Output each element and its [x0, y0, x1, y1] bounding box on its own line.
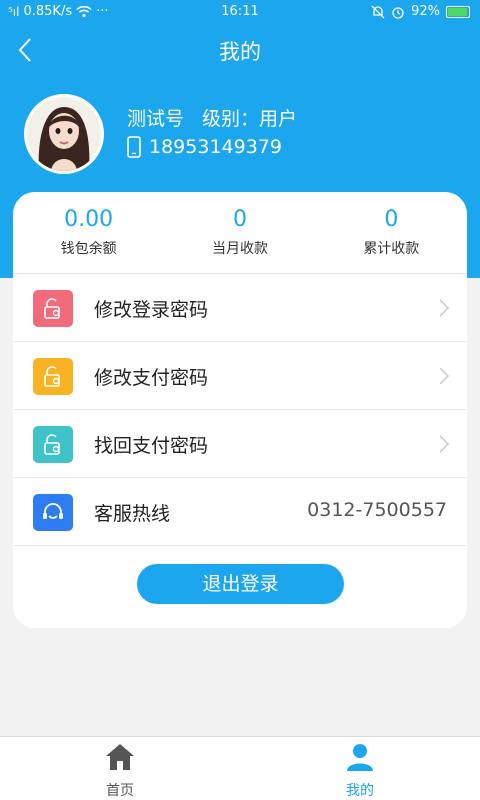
user-icon: [347, 744, 373, 771]
menu-label: 客服热线: [94, 503, 171, 525]
unlock-gear-icon: [33, 290, 73, 327]
bell-muted-icon: [371, 5, 385, 18]
chevron-right-icon: [439, 367, 449, 385]
stat-label: 累计收款: [363, 241, 420, 257]
account-type: 测试号: [127, 108, 185, 130]
chevron-right-icon: [439, 435, 449, 453]
chevron-right-icon: [439, 299, 449, 317]
status-bar: ⁵ıl 0.85K/s ··· 16:11 92%: [0, 0, 480, 24]
stat-label: 钱包余额: [60, 241, 117, 257]
home-icon: [106, 744, 134, 770]
user-info-line: 测试号 级别：用户: [127, 104, 315, 131]
tab-mine[interactable]: 我的: [240, 737, 480, 800]
stat-month-received[interactable]: 0 当月收款: [164, 192, 315, 273]
menu-change-payment-password[interactable]: 修改支付密码: [13, 342, 467, 410]
account-card: 0.00 钱包余额 0 当月收款 0 累计收款 修改登录密码 修改支付密码 找回…: [13, 192, 467, 628]
alarm-icon: [392, 6, 404, 19]
tab-label: 我的: [346, 783, 374, 799]
mobile-phone-icon: [127, 136, 141, 158]
bottom-tab-bar: 首页 我的: [0, 736, 480, 800]
unlock-gear-icon: [33, 358, 73, 395]
headset-icon: [33, 494, 73, 531]
menu-customer-service-hotline[interactable]: 客服热线 0312-7500557: [13, 478, 467, 546]
menu-change-login-password[interactable]: 修改登录密码: [13, 274, 467, 342]
menu-label: 修改支付密码: [94, 367, 209, 389]
status-right: 92%: [371, 4, 470, 19]
stat-wallet-balance[interactable]: 0.00 钱包余额: [13, 192, 164, 273]
stat-value: 0: [232, 207, 247, 232]
menu-recover-payment-password[interactable]: 找回支付密码: [13, 410, 467, 478]
settings-menu: 修改登录密码 修改支付密码 找回支付密码 客服热线 0312-7500557: [13, 274, 467, 546]
battery-icon: [446, 5, 470, 18]
battery-percent: 92%: [411, 4, 440, 19]
user-phone-line: 18953149379: [127, 136, 282, 158]
phone-number: 18953149379: [149, 136, 282, 158]
logout-button[interactable]: 退出登录: [137, 564, 344, 604]
user-level: 级别：用户: [202, 108, 298, 130]
tab-home[interactable]: 首页: [0, 737, 240, 800]
menu-label: 找回支付密码: [94, 435, 209, 457]
stats-row: 0.00 钱包余额 0 当月收款 0 累计收款: [13, 192, 467, 274]
tab-label: 首页: [106, 783, 134, 799]
stat-total-received[interactable]: 0 累计收款: [316, 192, 467, 273]
menu-label: 修改登录密码: [94, 299, 209, 321]
stat-label: 当月收款: [211, 241, 268, 257]
page-title: 我的: [219, 40, 261, 64]
avatar[interactable]: [24, 94, 104, 174]
hotline-number[interactable]: 0312-7500557: [307, 499, 447, 521]
stat-value: 0: [384, 207, 399, 232]
unlock-gear-icon: [33, 426, 73, 463]
avatar-image: [27, 97, 101, 171]
stat-value: 0.00: [64, 207, 114, 232]
nav-bar: 我的: [0, 24, 480, 76]
